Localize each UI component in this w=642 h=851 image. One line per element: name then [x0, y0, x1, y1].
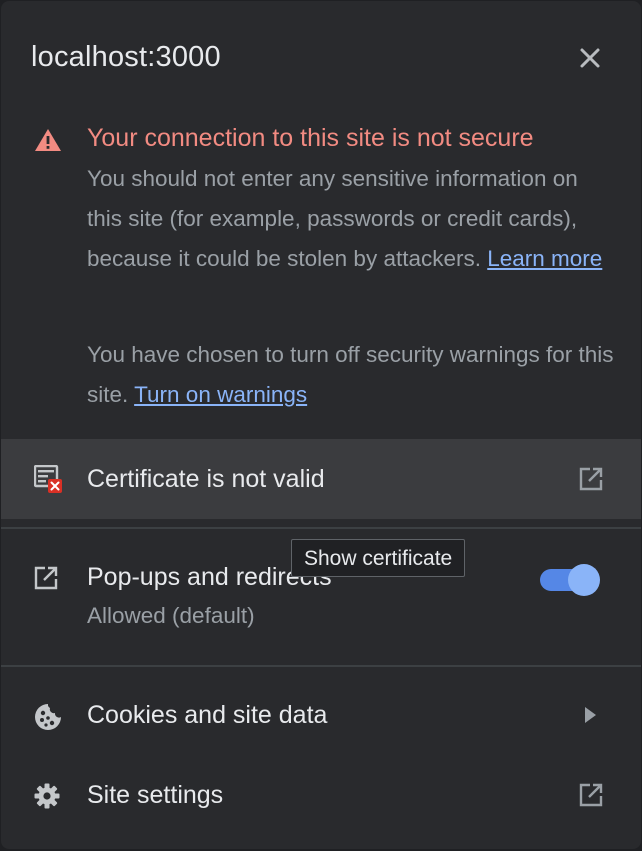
divider [1, 665, 641, 667]
warning-description: You should not enter any sensitive infor… [87, 159, 617, 279]
external-link-icon [579, 783, 603, 807]
gear-icon [34, 783, 60, 809]
cookies-label: Cookies and site data [87, 701, 328, 729]
chevron-right-icon [585, 707, 596, 723]
cookie-icon [35, 704, 61, 730]
site-settings-label: Site settings [87, 781, 224, 809]
popups-toggle[interactable] [538, 563, 600, 596]
site-info-popup: localhost:3000 Your connection to this s… [1, 1, 641, 849]
certificate-row[interactable]: Certificate is not valid [1, 439, 641, 519]
show-certificate-tooltip: Show certificate [291, 539, 466, 577]
learn-more-link[interactable]: Learn more [487, 246, 602, 271]
warning-title: Your connection to this site is not secu… [87, 124, 534, 152]
close-button[interactable] [575, 43, 605, 73]
turn-on-warnings-link[interactable]: Turn on warnings [134, 382, 307, 407]
external-link-icon [579, 467, 603, 491]
close-icon [580, 48, 600, 68]
toggle-knob [568, 564, 600, 596]
warnings-off-description: You have chosen to turn off security war… [87, 335, 617, 415]
invalid-certificate-icon [34, 465, 62, 493]
cookies-site-data-row[interactable]: Cookies and site data [1, 675, 641, 755]
certificate-label: Certificate is not valid [87, 465, 325, 493]
warning-triangle-icon [35, 129, 61, 151]
popup-title: localhost:3000 [31, 41, 221, 73]
popups-status: Allowed (default) [87, 603, 255, 628]
external-link-icon [34, 566, 58, 590]
site-settings-row[interactable]: Site settings [1, 755, 641, 835]
